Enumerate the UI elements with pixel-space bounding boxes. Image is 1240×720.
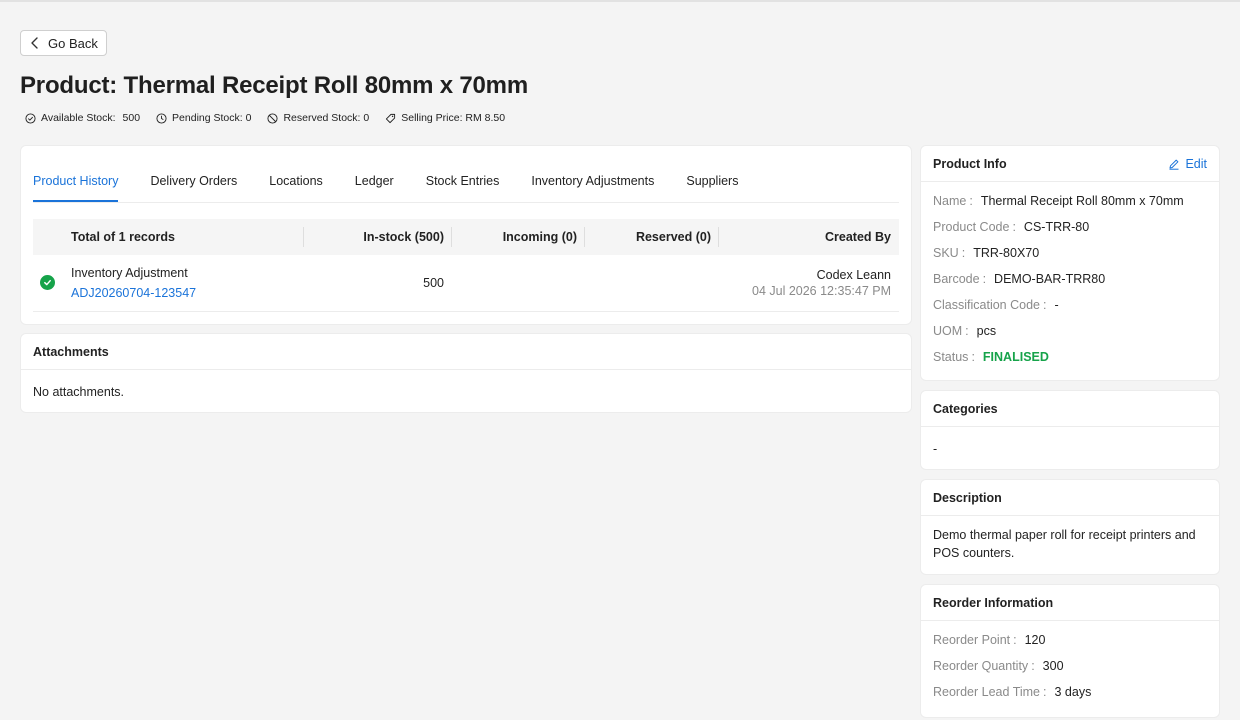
field-value: pcs [976, 324, 997, 338]
chevron-left-icon [31, 37, 38, 49]
categories-card: Categories - [920, 390, 1220, 470]
tab-suppliers[interactable]: Suppliers [686, 174, 738, 202]
field-product-code: Product Code: CS-TRR-80 [933, 220, 1090, 234]
page-title: Product: Thermal Receipt Roll 80mm x 70m… [20, 72, 528, 99]
field-label: Classification Code [933, 298, 1040, 312]
table-header: Total of 1 records In-stock (500) Incomi… [33, 219, 899, 255]
field-barcode: Barcode: DEMO-BAR-TRR80 [933, 272, 1106, 286]
available-stock-value: 500 [122, 112, 141, 124]
tag-icon [386, 113, 396, 123]
status-badge: FINALISED [982, 350, 1049, 364]
field-uom: UOM: pcs [933, 324, 997, 338]
field-label: SKU [933, 246, 959, 260]
clock-icon [156, 112, 167, 124]
categories-value: - [933, 442, 938, 456]
field-value: CS-TRR-80 [1023, 220, 1090, 234]
product-tabs-card: Product History Delivery Orders Location… [20, 145, 912, 325]
attachments-empty-text: No attachments. [33, 385, 125, 399]
reorder-fields: Reorder Point:120 Reorder Quantity:300 R… [921, 621, 1219, 705]
tab-stock-entries[interactable]: Stock Entries [426, 174, 500, 202]
header-reserved: Reserved (0) [635, 230, 711, 244]
categories-header: Categories [921, 391, 1219, 427]
field-value: 3 days [1054, 685, 1092, 699]
field-value: DEMO-BAR-TRR80 [994, 272, 1106, 286]
reserved-stock-text: Reserved Stock: 0 [283, 112, 370, 124]
attachments-title: Attachments [33, 344, 109, 359]
row-created-at: 04 Jul 2026 12:35:47 PM [752, 284, 891, 298]
field-label: Status [933, 350, 969, 364]
available-stock-label: Available Stock: [41, 112, 116, 124]
reorder-info-header: Reorder Information [921, 585, 1219, 621]
field-label: Barcode [933, 272, 980, 286]
reorder-info-title: Reorder Information [933, 595, 1054, 610]
tab-bar: Product History Delivery Orders Location… [33, 146, 899, 203]
edit-label: Edit [1185, 156, 1207, 171]
field-value: TRR-80X70 [973, 246, 1040, 260]
check-circle-icon [25, 112, 36, 124]
tab-product-history[interactable]: Product History [33, 174, 119, 202]
field-label: Reorder Quantity [933, 659, 1029, 673]
go-back-label: Go Back [48, 35, 98, 51]
field-value: 120 [1024, 633, 1046, 647]
description-header: Description [921, 480, 1219, 516]
field-value: Thermal Receipt Roll 80mm x 70mm [980, 194, 1184, 208]
column-divider [303, 227, 304, 247]
column-divider [584, 227, 585, 247]
row-in-stock: 500 [423, 276, 444, 290]
tab-ledger[interactable]: Ledger [355, 174, 394, 202]
field-label: Reorder Lead Time [933, 685, 1041, 699]
field-reorder-lead-time: Reorder Lead Time:3 days [933, 685, 1092, 699]
product-info-fields: Name: Thermal Receipt Roll 80mm x 70mm Pr… [921, 182, 1219, 370]
product-history-table: Total of 1 records In-stock (500) Incomi… [33, 219, 899, 312]
table-row: Inventory Adjustment ADJ20260704-123547 … [33, 255, 899, 312]
reorder-info-card: Reorder Information Reorder Point:120 Re… [920, 584, 1220, 718]
pending-stock: Pending Stock: 0 [156, 112, 251, 124]
column-divider [718, 227, 719, 247]
header-in-stock: In-stock (500) [363, 230, 444, 244]
edit-button[interactable]: Edit [1168, 157, 1207, 171]
description-card: Description Demo thermal paper roll for … [920, 479, 1220, 575]
categories-title: Categories [933, 401, 998, 416]
header-incoming: Incoming (0) [502, 230, 577, 244]
field-value: 300 [1042, 659, 1064, 673]
tab-locations[interactable]: Locations [269, 174, 323, 202]
product-info-header: Product Info Edit [921, 146, 1219, 182]
selling-price-text: Selling Price: RM 8.50 [401, 112, 506, 124]
field-value: - [1054, 298, 1059, 312]
attachments-header: Attachments [21, 334, 911, 370]
row-created-by: Codex Leann [816, 268, 891, 282]
field-classification-code: Classification Code: - [933, 298, 1059, 312]
row-type: Inventory Adjustment [71, 266, 188, 280]
available-stock: Available Stock: 500 [25, 112, 140, 124]
field-name: Name: Thermal Receipt Roll 80mm x 70mm [933, 194, 1184, 208]
check-circle-icon [40, 275, 55, 290]
row-reference-link[interactable]: ADJ20260704-123547 [71, 286, 196, 300]
field-reorder-quantity: Reorder Quantity:300 [933, 659, 1064, 673]
attachments-card: Attachments No attachments. [20, 333, 912, 413]
field-sku: SKU: TRR-80X70 [933, 246, 1040, 260]
pencil-icon [1169, 159, 1179, 170]
tab-delivery-orders[interactable]: Delivery Orders [150, 174, 237, 202]
product-info-card: Product Info Edit Name: Thermal Receipt R… [920, 145, 1220, 381]
product-info-title: Product Info [933, 156, 1007, 171]
field-status: Status: FINALISED [933, 350, 1049, 364]
field-reorder-point: Reorder Point:120 [933, 633, 1046, 647]
field-label: Product Code [933, 220, 1010, 234]
description-text: Demo thermal paper roll for receipt prin… [933, 528, 1196, 560]
column-divider [451, 227, 452, 247]
go-back-button[interactable]: Go Back [20, 30, 107, 56]
header-total-records: Total of 1 records [71, 230, 175, 244]
selling-price: Selling Price: RM 8.50 [385, 112, 505, 124]
field-label: Name [933, 194, 967, 208]
field-label: UOM [933, 324, 963, 338]
ban-icon [267, 112, 278, 124]
field-label: Reorder Point [933, 633, 1011, 647]
pending-stock-text: Pending Stock: 0 [172, 112, 252, 124]
reserved-stock: Reserved Stock: 0 [267, 112, 369, 124]
stock-summary: Available Stock: 500 Pending Stock: 0 Re… [25, 112, 521, 124]
tab-inventory-adjustments[interactable]: Inventory Adjustments [531, 174, 654, 202]
description-title: Description [933, 490, 1002, 505]
header-created-by: Created By [825, 230, 891, 244]
